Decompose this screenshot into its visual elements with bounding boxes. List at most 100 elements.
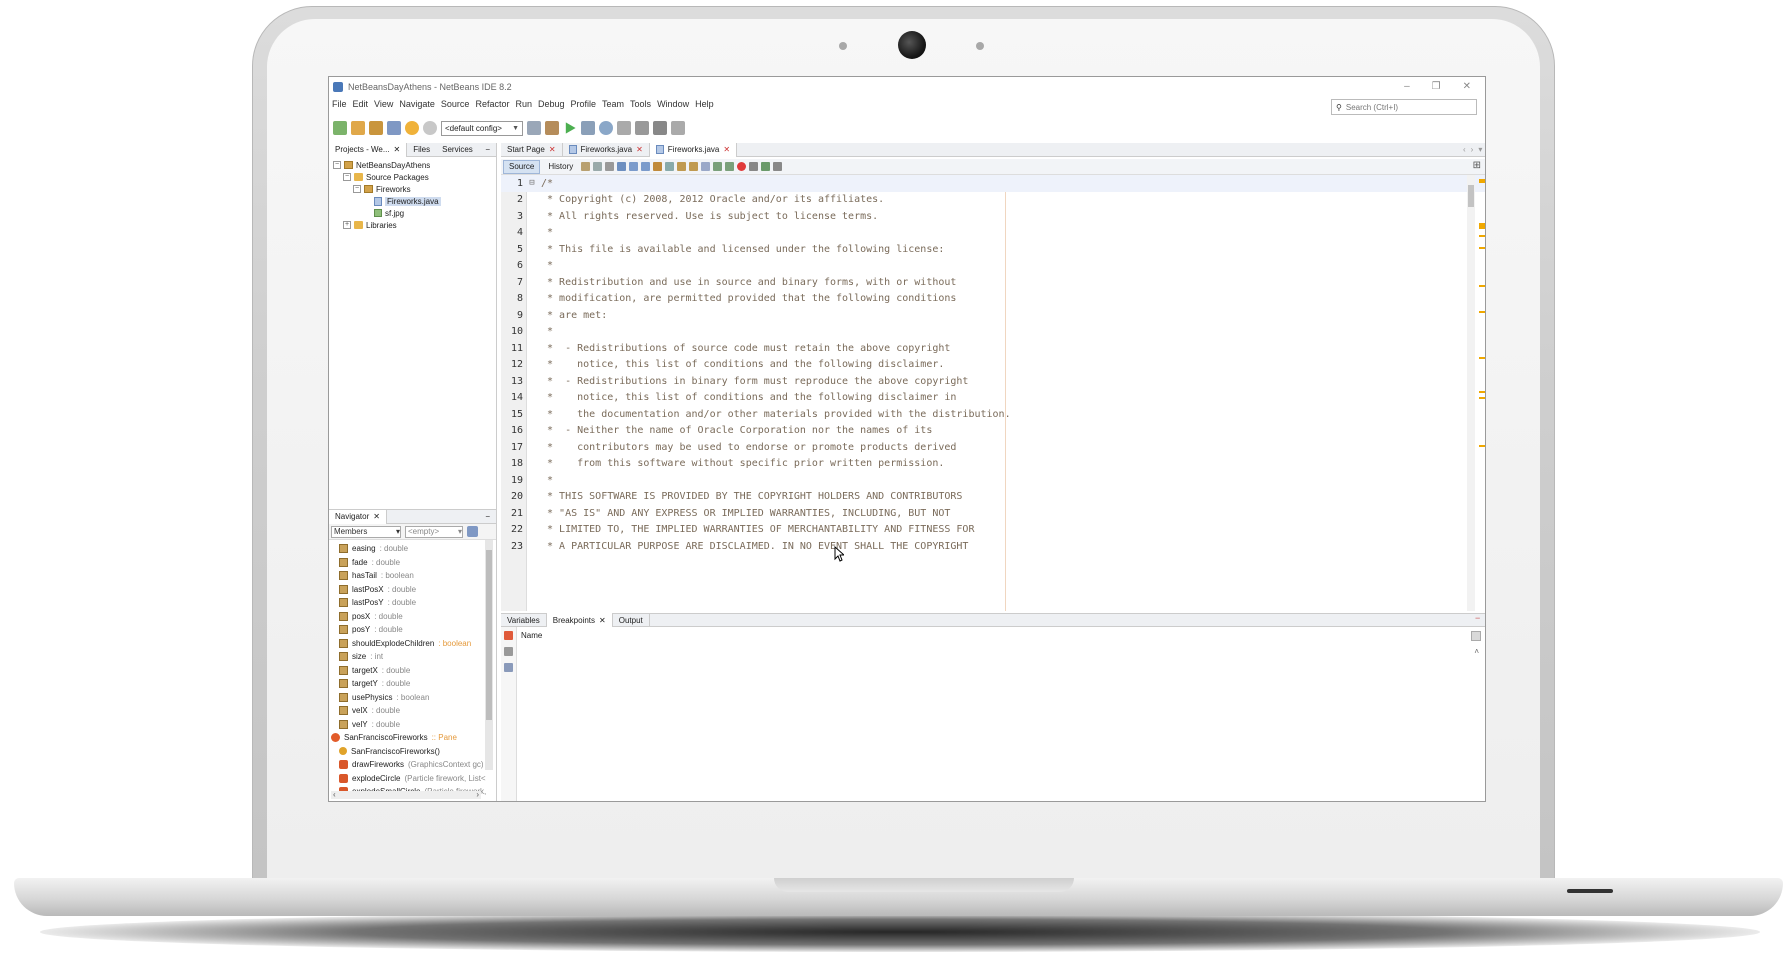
navigator-member[interactable]: drawFireworks (GraphicsContext gc) [339, 758, 496, 772]
breakpoint-groups-icon[interactable] [504, 663, 513, 672]
tab-services[interactable]: Services [436, 143, 479, 157]
navigator-member[interactable]: fireParticle() [339, 799, 496, 801]
filter-select[interactable]: <empty> ▾ [405, 525, 463, 538]
toggle-bookmark-icon[interactable] [701, 162, 711, 171]
warning-marker[interactable] [1479, 397, 1485, 399]
navigator-member[interactable]: fade: double [339, 556, 496, 570]
menu-item-view[interactable]: View [374, 99, 393, 113]
navigator-member[interactable]: velY: double [339, 718, 496, 732]
profile-icon[interactable] [599, 121, 613, 135]
next-bookmark-icon[interactable] [689, 162, 699, 171]
expand-icon[interactable]: + [343, 221, 351, 229]
stop-macro-icon[interactable] [749, 162, 759, 171]
toggle-rect-selection-icon[interactable] [665, 162, 675, 171]
close-button[interactable]: ✕ [1463, 81, 1471, 92]
tree-item[interactable]: − NetBeansDayAthens [329, 159, 496, 171]
code-editor[interactable]: 1 ⊟/* 2 * Copyright (c) 2008, 2012 Oracle … [501, 175, 1485, 611]
build-hammer-icon[interactable] [527, 121, 541, 135]
search-input[interactable]: ⚲ Search (Ctrl+I) [1331, 99, 1477, 115]
menu-item-navigate[interactable]: Navigate [399, 99, 435, 113]
minimize-panel-icon[interactable]: − [1475, 613, 1480, 623]
close-icon[interactable]: ✕ [723, 145, 730, 154]
uncomment-icon[interactable] [773, 162, 783, 171]
shift-right-icon[interactable] [725, 162, 735, 171]
navigator-member[interactable]: velX: double [339, 704, 496, 718]
navigator-member[interactable]: SanFranciscoFireworks:: Pane [331, 731, 496, 745]
navigator-member[interactable]: easing: double [339, 542, 496, 556]
comment-icon[interactable] [761, 162, 771, 171]
navigator-member[interactable]: size: int [339, 650, 496, 664]
editor-tab[interactable]: Fireworks.java ✕ [563, 142, 650, 157]
find-previous-icon[interactable] [629, 162, 639, 171]
navigator-member[interactable]: SanFranciscoFireworks() [339, 745, 496, 759]
warning-marker[interactable] [1479, 285, 1485, 287]
tab-breakpoints[interactable]: Breakpoints ✕ [546, 613, 613, 627]
close-icon[interactable]: ✕ [549, 145, 556, 154]
menu-item-tools[interactable]: Tools [630, 99, 651, 113]
navigator-scrollbar[interactable] [485, 540, 493, 770]
disable-breakpoints-icon[interactable] [504, 647, 513, 656]
redo-icon[interactable] [423, 121, 437, 135]
menu-item-refactor[interactable]: Refactor [475, 99, 509, 113]
history-view-button[interactable]: History [543, 160, 578, 174]
navigator-member[interactable]: hasTail: boolean [339, 569, 496, 583]
warning-marker[interactable] [1479, 311, 1485, 313]
collapse-icon[interactable]: − [353, 185, 361, 193]
save-all-icon[interactable] [387, 121, 401, 135]
members-select[interactable]: Members ▾ [331, 525, 401, 538]
find-icon[interactable] [617, 162, 627, 171]
tree-item[interactable]: − Source Packages [329, 171, 496, 183]
start-macro-icon[interactable] [737, 162, 747, 171]
warning-marker[interactable] [1479, 357, 1485, 359]
tree-item[interactable]: sf.jpg [329, 207, 496, 219]
memory-icon[interactable] [617, 121, 631, 135]
minimize-panel-icon[interactable]: − [479, 143, 496, 157]
editor-scrollbar[interactable] [1467, 175, 1475, 611]
minimize-button[interactable]: – [1404, 81, 1410, 92]
chevron-down-icon[interactable]: ▾ [1478, 145, 1482, 154]
collapse-icon[interactable]: − [333, 161, 341, 169]
scroll-thumb[interactable] [1468, 185, 1474, 207]
navigator-hscrollbar[interactable]: ‹ › [331, 791, 481, 799]
menu-item-run[interactable]: Run [515, 99, 532, 113]
toggle-highlight-icon[interactable] [653, 162, 663, 171]
menu-item-debug[interactable]: Debug [538, 99, 565, 113]
close-icon[interactable]: ✕ [394, 145, 401, 154]
editor-tab[interactable]: Fireworks.java ✕ [649, 142, 738, 157]
clean-build-icon[interactable] [545, 121, 559, 135]
tab-output[interactable]: Output [613, 613, 650, 627]
close-icon[interactable]: ✕ [373, 512, 380, 521]
chevron-left-icon[interactable]: ‹ [1463, 145, 1466, 154]
tab-navigator[interactable]: Navigator ✕ [329, 509, 387, 524]
forward-icon[interactable] [605, 162, 615, 171]
tree-item[interactable]: + Libraries [329, 219, 496, 231]
minimize-panel-icon[interactable]: − [479, 510, 496, 524]
new-file-icon[interactable] [333, 121, 347, 135]
warning-marker[interactable] [1479, 179, 1485, 183]
warning-marker[interactable] [1479, 235, 1485, 237]
panel-options-icon[interactable] [1471, 631, 1481, 641]
editor-tab[interactable]: Start Page ✕ [501, 142, 563, 157]
tab-variables[interactable]: Variables [501, 613, 547, 627]
stop-icon[interactable] [653, 121, 667, 135]
menu-item-edit[interactable]: Edit [353, 99, 369, 113]
shift-left-icon[interactable] [713, 162, 723, 171]
menu-item-team[interactable]: Team [602, 99, 624, 113]
new-project-icon[interactable] [351, 121, 365, 135]
navigator-member[interactable]: posX: double [339, 610, 496, 624]
last-edit-icon[interactable] [581, 162, 591, 171]
chevron-left-icon[interactable]: ‹ [333, 791, 336, 799]
tree-item[interactable]: Fireworks.java [329, 195, 496, 207]
chevron-up-icon[interactable]: ˄ [1474, 647, 1479, 656]
tree-item[interactable]: − Fireworks [329, 183, 496, 195]
navigator-member[interactable]: lastPosY: double [339, 596, 496, 610]
navigator-member[interactable]: posY: double [339, 623, 496, 637]
navigator-member[interactable]: usePhysics: boolean [339, 691, 496, 705]
collapse-icon[interactable]: − [343, 173, 351, 181]
open-project-icon[interactable] [369, 121, 383, 135]
menu-item-profile[interactable]: Profile [571, 99, 597, 113]
split-editor-icon[interactable]: ⊞ [1473, 160, 1481, 171]
chevron-right-icon[interactable]: › [476, 791, 479, 799]
close-icon[interactable]: ✕ [636, 145, 643, 154]
delete-breakpoints-icon[interactable] [504, 631, 513, 640]
